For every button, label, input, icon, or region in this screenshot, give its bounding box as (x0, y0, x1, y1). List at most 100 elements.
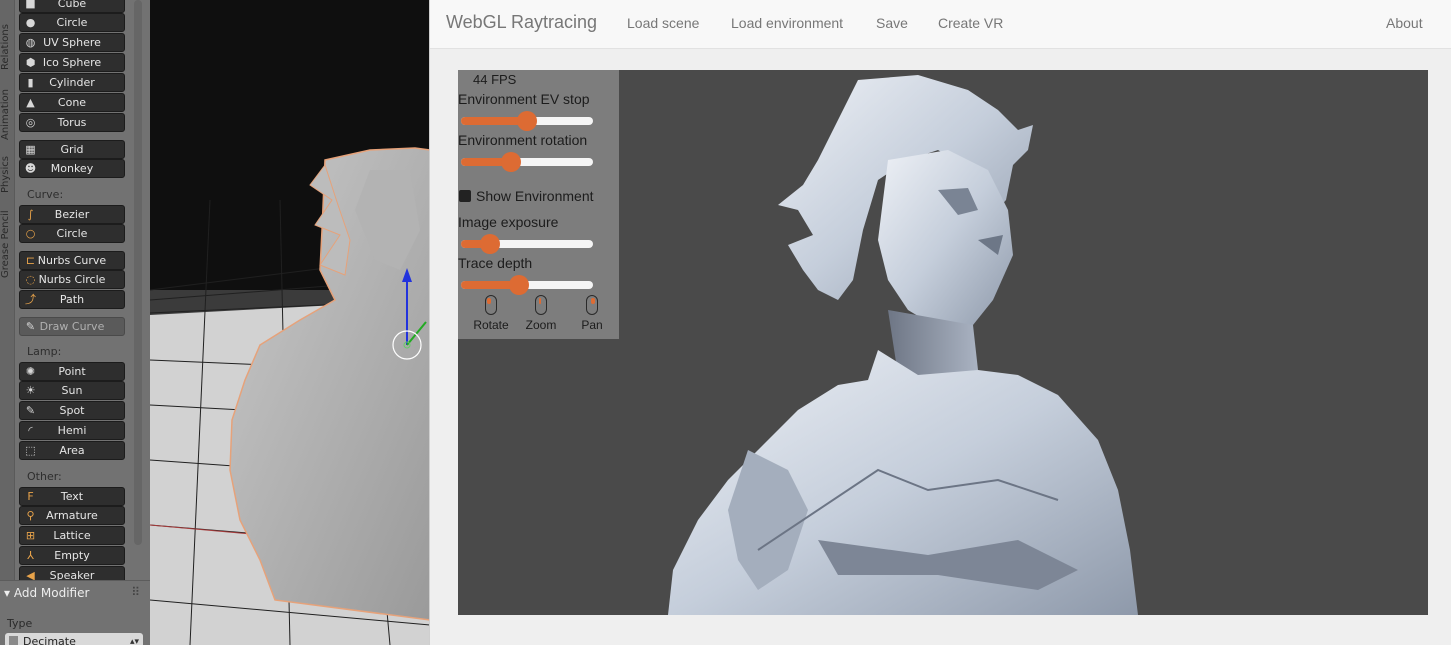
nav-create-vr[interactable]: Create VR (938, 15, 1003, 31)
tool-label: Monkey (50, 162, 94, 175)
draw-curve-button[interactable]: ✎ Draw Curve (19, 317, 125, 336)
curve-section-label: Curve: (27, 188, 64, 201)
tool-label: Empty (54, 549, 90, 562)
area-lamp-icon: ⬚ (25, 444, 36, 457)
show-environment-label: Show Environment (476, 188, 594, 204)
trace-depth-label: Trace depth (458, 255, 533, 271)
add-armature-button[interactable]: ⚲ Armature (19, 506, 125, 525)
lattice-icon: ⊞ (25, 529, 36, 542)
add-empty-button[interactable]: ⅄ Empty (19, 546, 125, 565)
monkey-icon: ☻ (24, 162, 37, 175)
add-cube-button[interactable]: ■ Cube (19, 0, 125, 13)
add-text-button[interactable]: F Text (19, 487, 125, 506)
app-brand[interactable]: WebGL Raytracing (446, 12, 597, 33)
ev-stop-thumb[interactable] (517, 111, 537, 131)
tool-label: Spot (59, 404, 85, 417)
nav-save[interactable]: Save (876, 15, 908, 31)
add-torus-button[interactable]: ◎ Torus (19, 113, 125, 132)
chevron-updown-icon: ▴▾ (129, 637, 139, 645)
add-modifier-title: Add Modifier (13, 586, 90, 600)
viewport-scene (150, 0, 430, 645)
ev-stop-slider[interactable] (461, 111, 593, 131)
cone-icon: ▲ (26, 96, 35, 109)
tab-animation[interactable]: Animation (0, 80, 16, 140)
cylinder-icon: ▮ (27, 76, 34, 89)
add-sun-button[interactable]: ☀ Sun (19, 381, 125, 400)
top-navbar: WebGL Raytracing Load scene Load environ… (430, 0, 1451, 49)
circle-icon: ● (25, 16, 36, 29)
show-environment-checkbox[interactable] (459, 190, 471, 202)
add-path-button[interactable]: ⤴ Path (19, 290, 125, 309)
add-grid-button[interactable]: ▦ Grid (19, 140, 125, 159)
add-ico-sphere-button[interactable]: ⬢ Ico Sphere (19, 53, 125, 72)
rotation-thumb[interactable] (501, 152, 522, 172)
add-point-button[interactable]: ✺ Point (19, 362, 125, 381)
add-cylinder-button[interactable]: ▮ Cylinder (19, 73, 125, 92)
tool-label: Nurbs Curve (37, 254, 107, 267)
shelf-scrollbar[interactable] (134, 0, 142, 545)
rotate-hint-label: Rotate (473, 318, 509, 332)
empty-icon: ⅄ (27, 549, 34, 562)
add-lattice-button[interactable]: ⊞ Lattice (19, 526, 125, 545)
exposure-slider[interactable] (461, 234, 593, 254)
tool-label: Point (58, 365, 86, 378)
lamp-section-label: Lamp: (27, 345, 62, 358)
blender-3d-viewport[interactable] (150, 0, 430, 645)
rotate-hint: Rotate (471, 295, 511, 332)
tool-label: UV Sphere (43, 36, 101, 49)
nav-about[interactable]: About (1386, 15, 1423, 31)
add-uv-sphere-button[interactable]: ◍ UV Sphere (19, 33, 125, 52)
tool-label: Cylinder (49, 76, 95, 89)
uv-sphere-icon: ◍ (25, 36, 36, 49)
add-circle-button[interactable]: ○ Circle (19, 224, 125, 243)
spot-lamp-icon: ✎ (25, 404, 36, 417)
add-bezier-button[interactable]: ∫ Bezier (19, 205, 125, 224)
pan-hint: Pan (572, 295, 612, 332)
trace-depth-slider[interactable] (461, 275, 593, 295)
exposure-label: Image exposure (458, 214, 559, 230)
nav-load-environment[interactable]: Load environment (731, 15, 843, 31)
curve-circle-icon: ○ (25, 227, 36, 240)
add-hemi-button[interactable]: ◜ Hemi (19, 421, 125, 440)
add-cone-button[interactable]: ▲ Cone (19, 93, 125, 112)
tool-label: Area (59, 444, 85, 457)
bezier-icon: ∫ (27, 208, 34, 221)
tab-relations[interactable]: Relations (0, 2, 16, 70)
tool-label: Path (59, 293, 85, 306)
ico-sphere-icon: ⬢ (25, 56, 36, 69)
hemi-lamp-icon: ◜ (28, 424, 33, 437)
cube-icon: ■ (25, 0, 36, 10)
point-lamp-icon: ✺ (25, 365, 36, 378)
add-spot-button[interactable]: ✎ Spot (19, 401, 125, 420)
render-control-panel: 44 FPS Environment EV stop Environment r… (458, 70, 619, 339)
nav-load-scene[interactable]: Load scene (627, 15, 699, 31)
add-modifier-header[interactable]: ▾ Add Modifier (4, 586, 89, 600)
modifier-type-select[interactable]: Decimate ▴▾ (5, 633, 143, 645)
mouse-left-icon (485, 295, 497, 315)
tab-grease-pencil[interactable]: Grease Pencil (0, 200, 16, 278)
add-nurbs-circle-button[interactable]: ◌ Nurbs Circle (19, 270, 125, 289)
tool-label: Circle (56, 16, 88, 29)
draw-curve-label: Draw Curve (39, 320, 105, 333)
tool-label: Nurbs Circle (38, 273, 106, 286)
add-monkey-button[interactable]: ☻ Monkey (19, 159, 125, 178)
drag-handle-icon[interactable]: ⠿ (131, 585, 140, 599)
add-nurbs-curve-button[interactable]: ⊏ Nurbs Curve (19, 251, 125, 270)
modifier-type-value: Decimate (23, 635, 76, 645)
blender-tool-shelf: Relations Animation Physics Grease Penci… (0, 0, 150, 645)
armature-icon: ⚲ (26, 509, 35, 522)
add-circle-button[interactable]: ● Circle (19, 13, 125, 32)
mouse-wheel-icon (535, 295, 547, 315)
collapse-triangle-icon: ▾ (4, 586, 11, 600)
rotation-slider[interactable] (461, 152, 593, 172)
show-environment-toggle[interactable]: Show Environment (459, 188, 594, 204)
exposure-thumb[interactable] (480, 234, 501, 254)
tool-label: Ico Sphere (42, 56, 102, 69)
raytrace-canvas[interactable]: 44 FPS Environment EV stop Environment r… (458, 70, 1428, 615)
trace-depth-thumb[interactable] (509, 275, 530, 295)
nurbs-curve-icon: ⊏ (25, 254, 36, 267)
mouse-right-icon (586, 295, 598, 315)
tool-label: Lattice (53, 529, 91, 542)
add-area-button[interactable]: ⬚ Area (19, 441, 125, 460)
tab-physics[interactable]: Physics (0, 148, 16, 193)
